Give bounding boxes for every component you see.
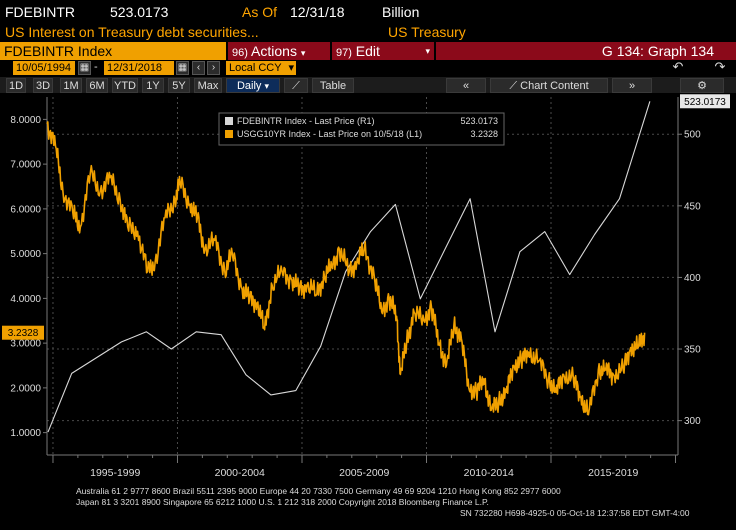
start-date-input[interactable]: 10/05/1994 (13, 61, 75, 75)
redo-icon[interactable]: ↷ (710, 60, 730, 75)
frequency-select[interactable]: Daily ▾ (226, 78, 280, 93)
series (46, 101, 651, 433)
footer-copyright: Japan 81 3 3201 8900 Singapore 65 6212 1… (76, 497, 489, 507)
left-axis: 8.0000 7.0000 6.0000 5.0000 4.0000 3.0000 2.00… (10, 97, 48, 455)
security-description: US Interest on Treasury debt securities.… (0, 22, 736, 42)
edit-menu[interactable]: 97) Edit ▾ (332, 42, 434, 60)
last-price: 523.0173 (110, 4, 169, 20)
chevron-left-icon[interactable]: ‹ (192, 61, 205, 75)
right-axis: 500 450 400 350 300 (677, 97, 701, 455)
x-axis: 1995-1999 2000-2004 2005-2009 2010-2014 2015… (47, 454, 678, 479)
left-tick-label: 3.0000 (10, 339, 41, 350)
calendar-icon[interactable]: ▦ (176, 61, 189, 75)
chart-content-button[interactable]: ⟋ Chart Content (490, 78, 608, 93)
x-period-label: 2015-2019 (588, 467, 638, 479)
x-period-label: 1995-1999 (90, 467, 140, 479)
period-1y-button[interactable]: 1Y (142, 78, 164, 93)
actions-menu[interactable]: 96) Actions ▾ (228, 42, 330, 60)
chevron-down-icon: ▾ (264, 81, 270, 91)
graph-title: G 134: Graph 134 (436, 42, 736, 60)
left-tick-label: 5.0000 (10, 249, 41, 260)
legend-entry-value: 3.2328 (470, 129, 498, 139)
legend-entry-value: 523.0173 (460, 116, 498, 126)
right-tick-label: 300 (684, 416, 701, 427)
left-tick-label: 7.0000 (10, 160, 41, 171)
x-period-label: 2005-2009 (339, 467, 389, 479)
currency-select[interactable]: Local CCY ▾ (226, 61, 296, 75)
period-ytd-button[interactable]: YTD (112, 78, 138, 93)
legend-entry-name: FDEBINTR Index - Last Price (R1) (237, 116, 375, 126)
left-tick-label: 2.0000 (10, 383, 41, 394)
x-period-label: 2010-2014 (464, 467, 514, 479)
period-max-button[interactable]: Max (194, 78, 222, 93)
as-of-label: As Of (242, 4, 278, 20)
period-6m-button[interactable]: 6M (86, 78, 108, 93)
ticker: FDEBINTR (5, 4, 75, 20)
chevron-down-icon: ▾ (300, 48, 306, 58)
right-tick-label: 500 (684, 130, 701, 141)
end-date-input[interactable]: 12/31/2018 (104, 61, 174, 75)
calendar-icon[interactable]: ▦ (78, 61, 91, 75)
left-tick-label: 4.0000 (10, 294, 41, 305)
legend-entry-name: USGG10YR Index - Last Price on 10/5/18 (… (237, 129, 422, 139)
legend-swatch (225, 117, 233, 125)
description-text: US Interest on Treasury debt securities.… (5, 24, 259, 40)
legend: FDEBINTR Index - Last Price (R1) 523.0173… (218, 112, 505, 146)
date-range-bar: 10/05/1994 ▦ - 12/31/2018 ▦ ‹ › Local CC… (0, 60, 736, 77)
period-5y-button[interactable]: 5Y (168, 78, 190, 93)
table-button[interactable]: Table (312, 78, 354, 93)
period-3d-button[interactable]: 3D (33, 78, 53, 93)
left-tick-label: 6.0000 (10, 204, 41, 215)
security-header: FDEBINTR 523.0173 As Of 12/31/18 Billion (0, 2, 736, 22)
chart-toolbar: 1D 3D 1M 6M YTD 1Y 5Y Max Daily ▾ ⟋ Tabl… (0, 77, 736, 93)
period-1m-button[interactable]: 1M (60, 78, 82, 93)
footer-contacts: Australia 61 2 9777 8600 Brazil 5511 239… (76, 486, 561, 496)
left-tick-label: 8.0000 (10, 115, 41, 126)
right-tick-label: 350 (684, 345, 701, 356)
series-line-usgg10yr (46, 121, 646, 416)
chevron-down-icon: ▾ (288, 62, 294, 74)
left-tick-label: 1.0000 (10, 428, 41, 439)
chart-icon: ⟋ (509, 80, 518, 92)
right-last-value-text: 523.0173 (684, 97, 726, 108)
units-label: Billion (382, 4, 420, 20)
as-of-date: 12/31/18 (290, 4, 345, 20)
footer-session: SN 732280 H698-4925-0 05-Oct-18 12:37:58… (460, 508, 690, 518)
right-tick-label: 400 (684, 273, 701, 284)
function-bar: FDEBINTR Index 96) Actions ▾ 97) Edit ▾ … (0, 42, 736, 60)
expand-right-icon[interactable]: » (612, 78, 652, 93)
category-text: US Treasury (388, 24, 466, 40)
chart-area: 8.0000 7.0000 6.0000 5.0000 4.0000 3.0000 2.00… (2, 94, 730, 479)
collapse-left-icon[interactable]: « (446, 78, 486, 93)
undo-icon[interactable]: ↶ (668, 60, 688, 75)
chevron-down-icon: ▾ (425, 46, 430, 56)
x-period-label: 2000-2004 (215, 467, 265, 479)
chevron-right-icon[interactable]: › (207, 61, 220, 75)
line-chart-icon[interactable]: ⟋ (284, 78, 308, 93)
index-label: FDEBINTR Index (0, 42, 226, 60)
legend-swatch (225, 130, 233, 138)
period-1d-button[interactable]: 1D (6, 78, 26, 93)
right-tick-label: 450 (684, 201, 701, 212)
gear-icon[interactable]: ⚙ (680, 78, 724, 93)
left-last-value-text: 3.2328 (8, 328, 39, 339)
